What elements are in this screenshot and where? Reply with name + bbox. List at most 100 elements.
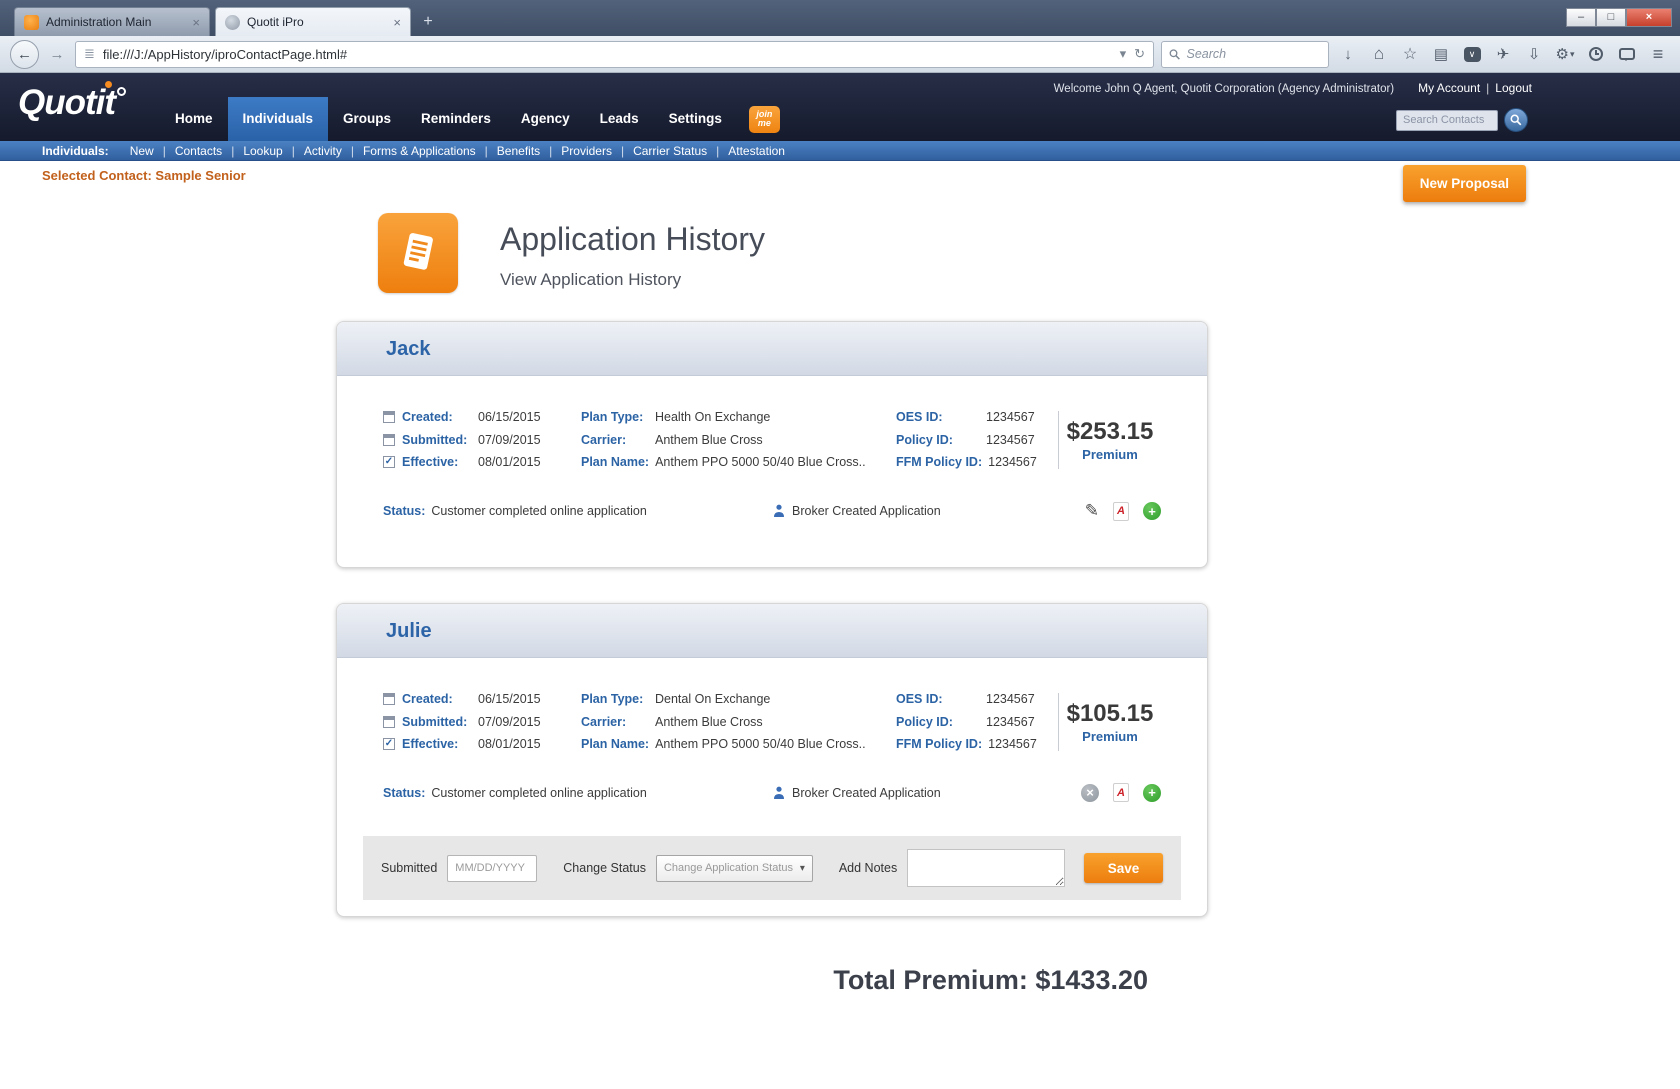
window-maximize-button[interactable]: □ — [1596, 8, 1626, 27]
history-clock-icon[interactable] — [1584, 47, 1608, 61]
pdf-icon[interactable]: A — [1113, 501, 1129, 521]
subnav-attestation[interactable]: Attestation — [719, 144, 794, 158]
separator: | — [350, 143, 354, 158]
tab-close-icon[interactable]: × — [393, 15, 401, 30]
nav-settings[interactable]: Settings — [654, 97, 737, 141]
field-submitted: Submitted: 07/09/2015 — [383, 428, 581, 450]
nav-groups[interactable]: Groups — [328, 97, 406, 141]
joinme-icon[interactable]: join me — [748, 105, 780, 133]
field-label: Created: — [402, 410, 453, 425]
nav-leads[interactable]: Leads — [585, 97, 654, 141]
hamburger-menu-icon[interactable]: ≡ — [1646, 44, 1670, 65]
subnav-benefits[interactable]: Benefits — [488, 144, 549, 158]
field-value: 1234567 — [988, 454, 1037, 469]
tab-quotit-ipro[interactable]: Quotit iPro × — [215, 7, 411, 36]
field-plan-type: Plan Type: Dental On Exchange — [581, 688, 896, 710]
field-carrier: Carrier: Anthem Blue Cross — [581, 428, 896, 450]
field-label: Submitted: — [402, 432, 468, 447]
total-premium: Total Premium: $1433.20 — [833, 965, 1148, 996]
window-minimize-button[interactable]: – — [1566, 8, 1596, 27]
bookmark-star-icon[interactable]: ☆ — [1398, 44, 1422, 64]
status-value: Customer completed online application — [431, 504, 647, 519]
subnav-forms-applications[interactable]: Forms & Applications — [354, 144, 485, 158]
chat-icon[interactable] — [1615, 48, 1639, 61]
search-icon — [1169, 48, 1180, 60]
nav-agency[interactable]: Agency — [506, 97, 585, 141]
field-label: Plan Name: — [581, 737, 650, 752]
subnav-label: Individuals: — [42, 143, 109, 158]
change-status-select[interactable]: Change Application Status ▾ — [655, 854, 813, 882]
submitted-date-input[interactable] — [447, 854, 538, 882]
nav-individuals[interactable]: Individuals — [227, 97, 329, 141]
field-label: Effective: — [402, 737, 459, 752]
subnav-carrier-status[interactable]: Carrier Status — [624, 144, 716, 158]
new-proposal-button[interactable]: New Proposal — [1402, 165, 1526, 202]
logo-dot-icon — [105, 81, 113, 88]
premium-block: $105.15 Premium — [1059, 700, 1161, 744]
new-tab-button[interactable]: + — [413, 10, 443, 34]
field-label: Carrier: — [581, 714, 627, 729]
quotit-logo[interactable]: Quotit — [18, 81, 127, 123]
applicant-name: Jack — [337, 322, 1207, 376]
search-contacts-button[interactable] — [1504, 108, 1528, 132]
url-bar[interactable]: ≣ file:///J:/AppHistory/iproContactPage.… — [75, 40, 1154, 68]
download-icon[interactable]: ↓ — [1336, 46, 1360, 63]
field-submitted: Submitted: 07/09/2015 — [383, 711, 581, 733]
tab-administration-main[interactable]: Administration Main × — [14, 7, 210, 36]
search-contacts-input[interactable] — [1396, 109, 1498, 131]
field-plan-name: Plan Name: Anthem PPO 5000 50/40 Blue Cro… — [581, 451, 896, 473]
window-close-button[interactable]: × — [1626, 8, 1672, 27]
subnav-contacts[interactable]: Contacts — [166, 144, 231, 158]
subnav-activity[interactable]: Activity — [295, 144, 351, 158]
back-button[interactable]: ← — [10, 39, 39, 69]
downloads-panel-icon[interactable]: ⇩ — [1522, 45, 1546, 63]
url-text[interactable]: file:///J:/AppHistory/iproContactPage.ht… — [103, 47, 1112, 62]
field-value: Anthem Blue Cross — [655, 714, 763, 729]
nav-home[interactable]: Home — [160, 97, 228, 141]
tab-label: Quotit iPro — [247, 15, 304, 29]
subnav-new[interactable]: New — [121, 144, 163, 158]
field-carrier: Carrier: Anthem Blue Cross — [581, 711, 896, 733]
selected-contact: Selected Contact: Sample Senior — [42, 168, 246, 183]
status-row: Status: Customer completed online applica… — [383, 501, 1161, 521]
addons-icon[interactable]: ⚙ ▾ — [1553, 45, 1577, 63]
field-label: OES ID: — [896, 692, 943, 707]
field-policy-id: Policy ID: 1234567 — [896, 711, 1058, 733]
add-icon[interactable]: + — [1143, 502, 1161, 521]
field-value: 08/01/2015 — [478, 737, 541, 752]
subnav-providers[interactable]: Providers — [552, 144, 621, 158]
chevron-down-icon: ▾ — [1569, 48, 1575, 59]
my-account-link[interactable]: My Account — [1418, 81, 1480, 95]
calendar-icon — [383, 433, 395, 446]
nav-reminders[interactable]: Reminders — [406, 97, 506, 141]
field-value: 06/15/2015 — [478, 410, 541, 425]
calendar-icon — [383, 715, 395, 728]
url-dropdown-icon[interactable]: ▾ — [1120, 46, 1127, 62]
pocket-icon[interactable]: ∨ — [1460, 46, 1484, 62]
pdf-icon[interactable]: A — [1113, 783, 1129, 803]
browser-search-input[interactable] — [1186, 47, 1321, 61]
share-icon[interactable]: ✈ — [1491, 45, 1515, 63]
save-button[interactable]: Save — [1084, 853, 1163, 884]
reload-icon[interactable]: ↻ — [1134, 46, 1145, 62]
field-plan-name: Plan Name: Anthem PPO 5000 50/40 Blue Cro… — [581, 733, 896, 755]
add-notes-textarea[interactable] — [907, 849, 1066, 888]
application-history-icon — [378, 213, 458, 293]
window-controls: – □ × — [1566, 8, 1672, 27]
field-value: 08/01/2015 — [478, 454, 541, 469]
logout-link[interactable]: Logout — [1495, 81, 1532, 95]
application-origin: Broker Created Application — [792, 504, 941, 519]
browser-search-box[interactable] — [1161, 40, 1329, 68]
home-icon[interactable]: ⌂ — [1367, 44, 1391, 64]
edit-icon[interactable]: ✎ — [1085, 501, 1099, 521]
contact-search — [1396, 108, 1528, 132]
tab-close-icon[interactable]: × — [192, 15, 200, 30]
context-row: Selected Contact: Sample Senior New Prop… — [0, 161, 1680, 205]
field-label: Policy ID: — [896, 714, 953, 729]
bookmarks-menu-icon[interactable]: ▤ — [1429, 45, 1453, 63]
cancel-icon[interactable]: × — [1081, 783, 1099, 802]
subnav-lookup[interactable]: Lookup — [234, 144, 291, 158]
add-icon[interactable]: + — [1143, 783, 1161, 802]
field-value: 06/15/2015 — [478, 692, 541, 707]
forward-button[interactable]: → — [46, 46, 68, 63]
